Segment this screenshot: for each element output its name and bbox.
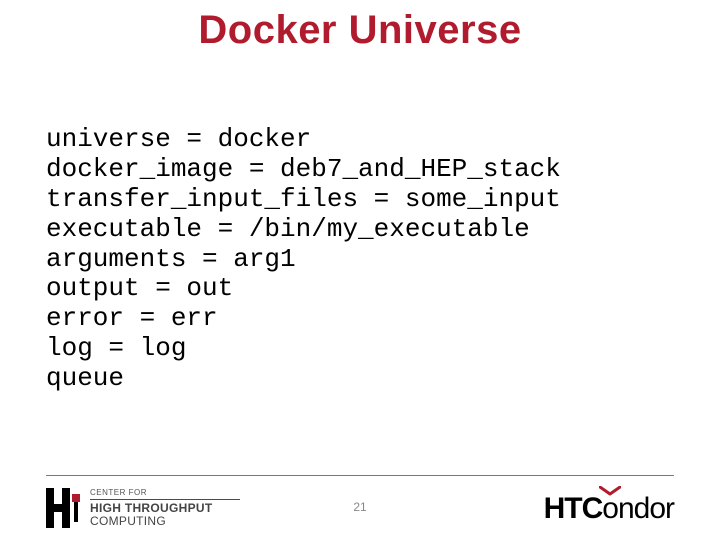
chtc-logo: CENTER FOR HIGH THROUGHPUT COMPUTING <box>46 488 240 528</box>
footer-divider <box>46 475 674 476</box>
code-line: error = err <box>46 303 218 333</box>
htcondor-tick-icon <box>599 486 621 496</box>
code-line: log = log <box>46 333 186 363</box>
code-line: universe = docker <box>46 124 311 154</box>
htcondor-text-nd: nd <box>618 492 649 526</box>
code-line: docker_image = deb7_and_HEP_stack <box>46 154 561 184</box>
chtc-logo-line1: CENTER FOR <box>90 489 240 497</box>
code-line: arguments = arg1 <box>46 244 296 274</box>
slide: Docker Universe universe = docker docker… <box>0 0 720 540</box>
chtc-logo-line3: COMPUTING <box>90 515 240 528</box>
htcondor-text-htc: HTC <box>544 492 603 526</box>
code-block: universe = docker docker_image = deb7_an… <box>46 125 561 394</box>
code-line: output = out <box>46 273 233 303</box>
chtc-logo-line2: HIGH THROUGHPUT <box>90 502 240 515</box>
htcondor-text-o2: o <box>649 492 665 526</box>
chtc-logo-text: CENTER FOR HIGH THROUGHPUT COMPUTING <box>90 489 240 528</box>
code-line: executable = /bin/my_executable <box>46 214 530 244</box>
code-line: queue <box>46 363 124 393</box>
chtc-logo-mark <box>46 488 80 528</box>
htcondor-text-r: r <box>665 492 674 526</box>
slide-title: Docker Universe <box>0 8 720 53</box>
htcondor-logo: HTCondor <box>544 492 674 526</box>
htcondor-text-o1: o <box>602 492 618 526</box>
code-line: transfer_input_files = some_input <box>46 184 561 214</box>
